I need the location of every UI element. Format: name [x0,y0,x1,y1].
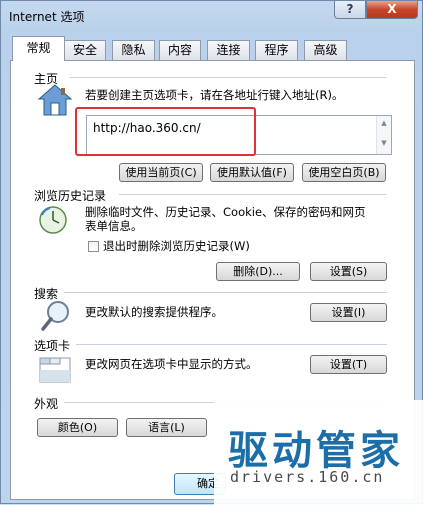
tabs-window-icon [39,357,71,383]
colors-button[interactable]: 颜色(O) [37,418,118,437]
appearance-heading: 外观 [34,397,59,411]
divider [119,194,387,195]
use-default-button[interactable]: 使用默认值(F) [210,163,294,182]
divider [76,344,387,345]
tab-security[interactable]: 安全 [64,40,106,60]
help-button[interactable]: ? [334,1,366,19]
history-description-line2: 表单信息。 [85,219,143,233]
delete-history-button[interactable]: 删除(D)... [216,262,300,281]
tab-privacy[interactable]: 隐私 [112,40,155,60]
delete-on-exit-checkbox[interactable] [88,241,99,252]
tab-connections[interactable]: 连接 [207,40,250,60]
url-scrollbar[interactable]: ▲ ▼ [376,116,391,154]
use-current-button[interactable]: 使用当前页(C) [119,163,203,182]
history-settings-button[interactable]: 设置(S) [310,262,387,281]
tab-programs[interactable]: 程序 [255,40,298,60]
home-icon [37,84,73,116]
highlight-box [75,107,256,156]
watermark-url: drivers.160.cn [230,468,385,486]
search-settings-button[interactable]: 设置(I) [310,303,387,322]
delete-on-exit-label[interactable]: 退出时删除浏览历史记录(W) [103,239,250,254]
tab-general[interactable]: 常规 [12,36,65,61]
tabs-settings-button[interactable]: 设置(T) [310,355,387,374]
divider [69,77,387,78]
title-bar[interactable]: Internet 选项 ? X [1,1,422,31]
tab-advanced[interactable]: 高级 [304,40,347,60]
history-heading: 浏览历史记录 [34,189,107,203]
home-instruction: 若要创建主页选项卡，请在各地址行键入地址(R)。 [85,88,344,102]
history-clock-icon [39,206,67,234]
search-description: 更改默认的搜索提供程序。 [85,305,223,319]
history-description-line1: 删除临时文件、历史记录、Cookie、保存的密码和网页 [85,205,366,219]
window-title: Internet 选项 [9,10,85,24]
close-button[interactable]: X [366,1,418,19]
internet-options-dialog: Internet 选项 ? X 常规 安全 隐私 内容 连接 程序 高级 主页 … [0,0,423,505]
chevron-up-icon[interactable]: ▲ [377,119,391,127]
tab-content[interactable]: 内容 [159,40,201,60]
languages-button[interactable]: 语言(L) [126,418,207,437]
watermark: 驱动管家 drivers.160.cn [214,400,423,505]
tabs-description: 更改网页在选项卡中显示的方式。 [85,357,258,371]
use-blank-button[interactable]: 使用空白页(B) [302,163,386,182]
search-magnifier-icon [41,301,69,331]
divider [64,292,387,293]
tabs-heading: 选项卡 [34,339,71,353]
chevron-down-icon[interactable]: ▼ [377,139,391,147]
